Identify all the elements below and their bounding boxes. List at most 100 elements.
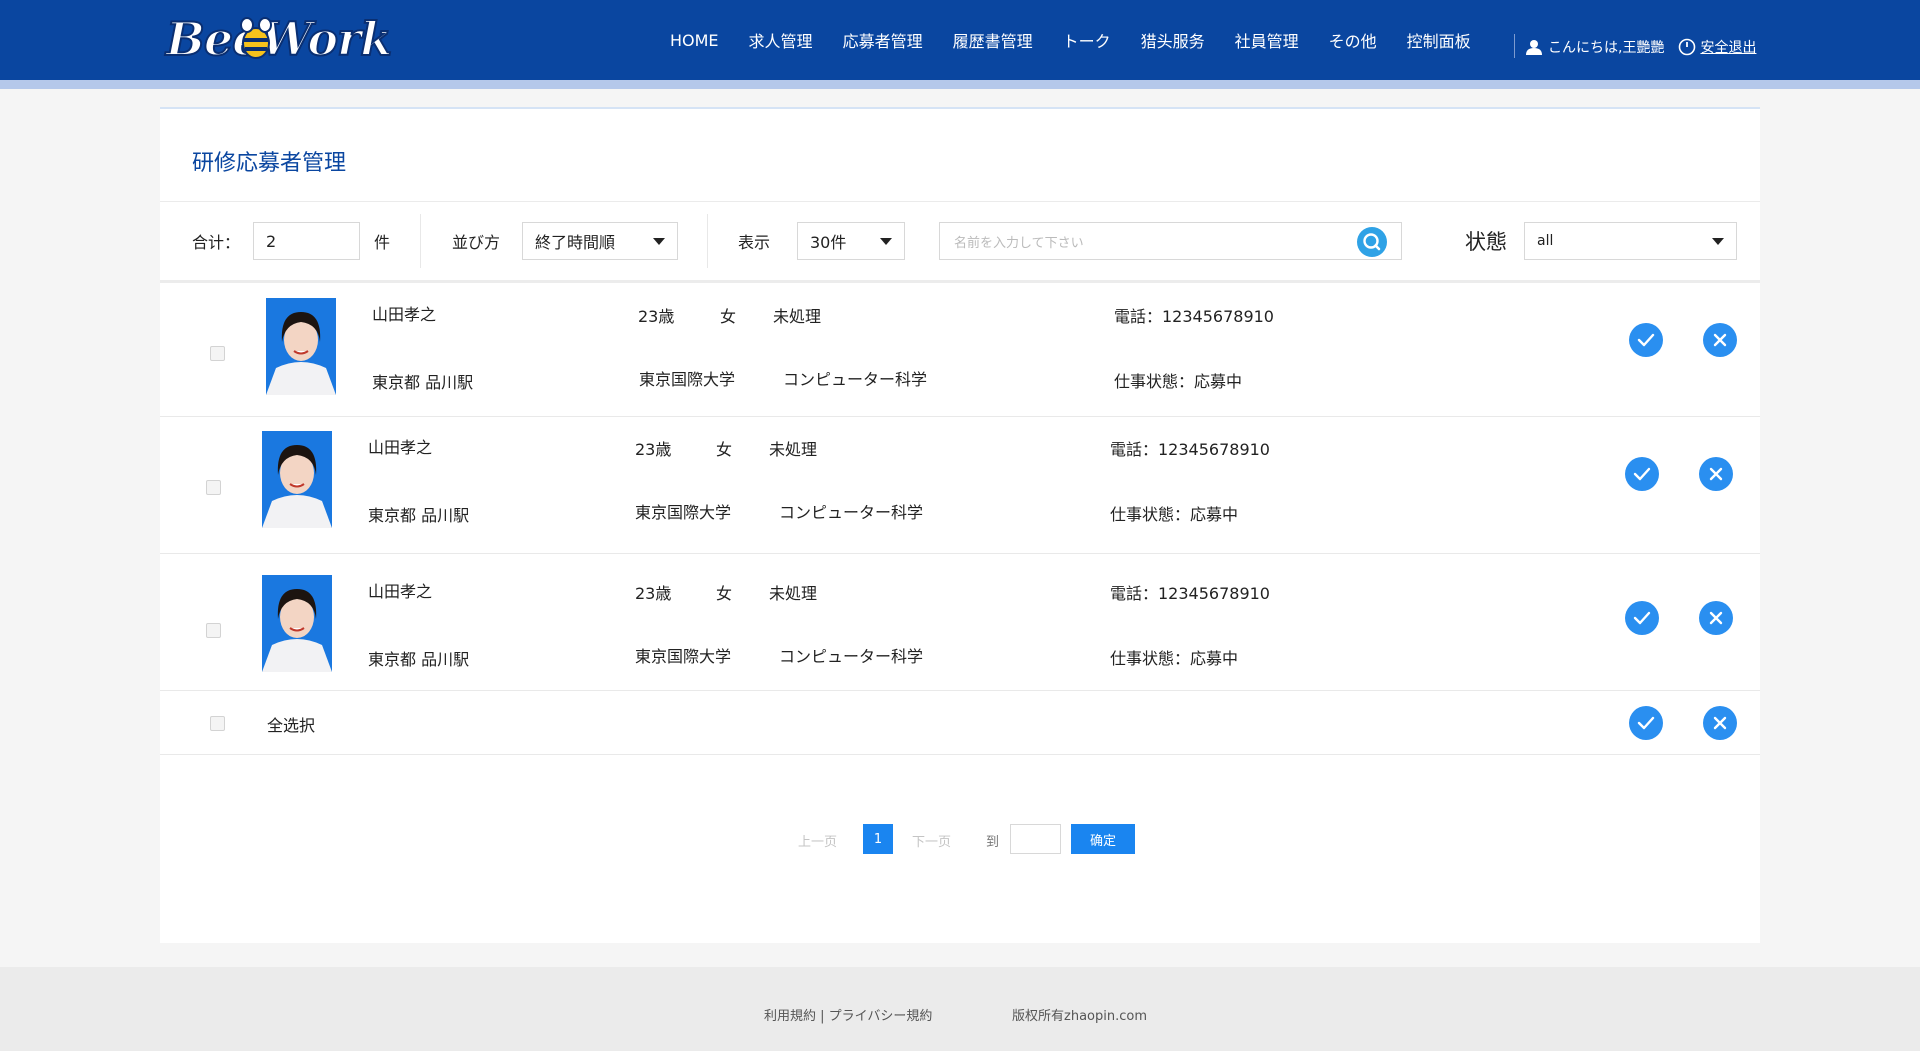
applicant-name: 山田孝之 [368,438,433,457]
status-select[interactable]: all [1524,222,1737,260]
applicant-university: 東京国際大学 [639,370,736,389]
row-checkbox[interactable] [206,480,221,495]
footer-copyright: 版权所有zhaopin.com [1012,1009,1147,1024]
applicant-work-status: 仕事状態：応募中 [1110,649,1239,668]
sort-label: 並び方 [452,233,501,252]
goto-confirm-button[interactable]: 确定 [1071,824,1135,854]
applicant-location: 東京都 品川駅 [368,506,470,525]
applicant-phone: 電話：12345678910 [1110,584,1270,603]
nav-control-panel[interactable]: 控制面板 [1407,28,1471,52]
applicant-photo [266,298,336,395]
nav-employee-management[interactable]: 社員管理 [1235,28,1299,52]
applicant-row: 山田孝之 東京都 品川駅 23歳 女 未処理 東京国際大学 コンピューター科学 … [160,283,1760,417]
applicant-university: 東京国際大学 [635,503,732,522]
check-icon [1637,716,1655,730]
applicant-photo [262,575,332,672]
logo-wordmark: BeeWork [165,11,393,67]
row-checkbox[interactable] [210,346,225,361]
applicant-location: 東京都 品川駅 [372,373,474,392]
toolbar-divider [420,214,421,268]
applicant-phone: 電話：12345678910 [1110,440,1270,459]
page-title: 研修応募者管理 [192,151,347,176]
chevron-down-icon [653,238,665,245]
power-icon[interactable] [1678,38,1696,56]
total-count-value: 2 [266,231,277,251]
top-header: BeeWork HOME 求人管理 応募者管理 履歴書管理 トーク 猎头服务 社… [0,0,1920,80]
status-select-value: all [1537,233,1554,249]
filter-toolbar: 合计： 2 件 並び方 終了時間順 表示 30件 名前を入力して下さい 状態 a… [160,202,1760,280]
nav-applicant-management[interactable]: 応募者管理 [843,28,923,52]
user-greeting: こんにちは,王艷艷 [1548,40,1665,56]
select-all-row: 全选択 [160,692,1760,755]
bulk-reject-button[interactable] [1703,706,1737,740]
chevron-down-icon [1712,238,1724,245]
search-icon [1363,233,1381,251]
select-all-checkbox[interactable] [210,716,225,731]
footer: 利用規約 | プライバシー規約 版权所有zhaopin.com [0,967,1920,1051]
reject-button[interactable] [1699,601,1733,635]
bulk-approve-button[interactable] [1629,706,1663,740]
nav-talk[interactable]: トーク [1063,28,1111,52]
approve-button[interactable] [1625,601,1659,635]
applicant-age: 23歳 [638,307,675,326]
total-unit: 件 [374,233,391,252]
nav-other[interactable]: その他 [1329,28,1377,52]
total-count-field[interactable]: 2 [253,222,360,260]
applicant-major: コンピューター科学 [779,503,924,522]
sort-select[interactable]: 終了時間順 [522,222,678,260]
close-icon [1713,716,1727,730]
applicant-university: 東京国際大学 [635,647,732,666]
applicant-gender: 女 [720,307,737,326]
prev-page-link[interactable]: 上一页 [798,831,837,850]
nav-resume-management[interactable]: 履歴書管理 [953,28,1033,52]
reject-button[interactable] [1699,457,1733,491]
user-area: こんにちは,王艷艷 安全退出 [1526,37,1756,57]
total-label: 合计： [192,233,241,252]
close-icon [1709,611,1723,625]
applicant-name: 山田孝之 [372,305,437,324]
search-button[interactable] [1357,227,1387,257]
pagination: 上一页 1 下一页 到 确定 [160,822,1760,856]
approve-button[interactable] [1629,323,1663,357]
nav-divider [1514,34,1515,58]
nav-job-management[interactable]: 求人管理 [749,28,813,52]
reject-button[interactable] [1703,323,1737,357]
nav-headhunting[interactable]: 猎头服务 [1141,28,1205,52]
applicant-age: 23歳 [635,440,672,459]
current-page-button[interactable]: 1 [863,824,893,854]
applicant-major: コンピューター科学 [783,370,928,389]
page-size-select[interactable]: 30件 [797,222,905,260]
header-stripe [0,80,1920,89]
applicant-row: 山田孝之 東京都 品川駅 23歳 女 未処理 東京国際大学 コンピューター科学 … [160,555,1760,691]
applicant-work-status: 仕事状態：応募中 [1114,372,1243,391]
current-page-number: 1 [873,831,883,847]
search-input[interactable]: 名前を入力して下さい [939,222,1402,260]
nav-home[interactable]: HOME [670,31,719,50]
applicant-age: 23歳 [635,584,672,603]
approve-button[interactable] [1625,457,1659,491]
applicant-phone: 電話：12345678910 [1114,307,1274,326]
toolbar-divider [707,214,708,268]
footer-links[interactable]: 利用規約 | プライバシー規約 [764,1005,932,1024]
goto-page-input[interactable] [1010,824,1061,854]
beework-logo[interactable]: BeeWork [165,11,414,67]
applicant-process-status: 未処理 [773,307,822,326]
applicant-photo [262,431,332,528]
applicant-name: 山田孝之 [368,582,433,601]
applicant-gender: 女 [716,440,733,459]
close-icon [1713,333,1727,347]
applicant-process-status: 未処理 [769,440,818,459]
applicant-row: 山田孝之 東京都 品川駅 23歳 女 未処理 東京国際大学 コンピューター科学 … [160,418,1760,554]
applicant-major: コンピューター科学 [779,647,924,666]
goto-label: 到 [986,835,1000,850]
row-checkbox[interactable] [206,623,221,638]
user-icon [1526,40,1542,55]
next-page-link[interactable]: 下一页 [912,831,951,850]
page-size-value: 30件 [810,233,847,252]
bee-icon [240,17,272,59]
applicant-process-status: 未処理 [769,584,818,603]
main-nav: HOME 求人管理 応募者管理 履歴書管理 トーク 猎头服务 社員管理 その他 … [670,0,1501,80]
logout-link[interactable]: 安全退出 [1700,37,1756,57]
applicant-gender: 女 [716,584,733,603]
close-icon [1709,467,1723,481]
